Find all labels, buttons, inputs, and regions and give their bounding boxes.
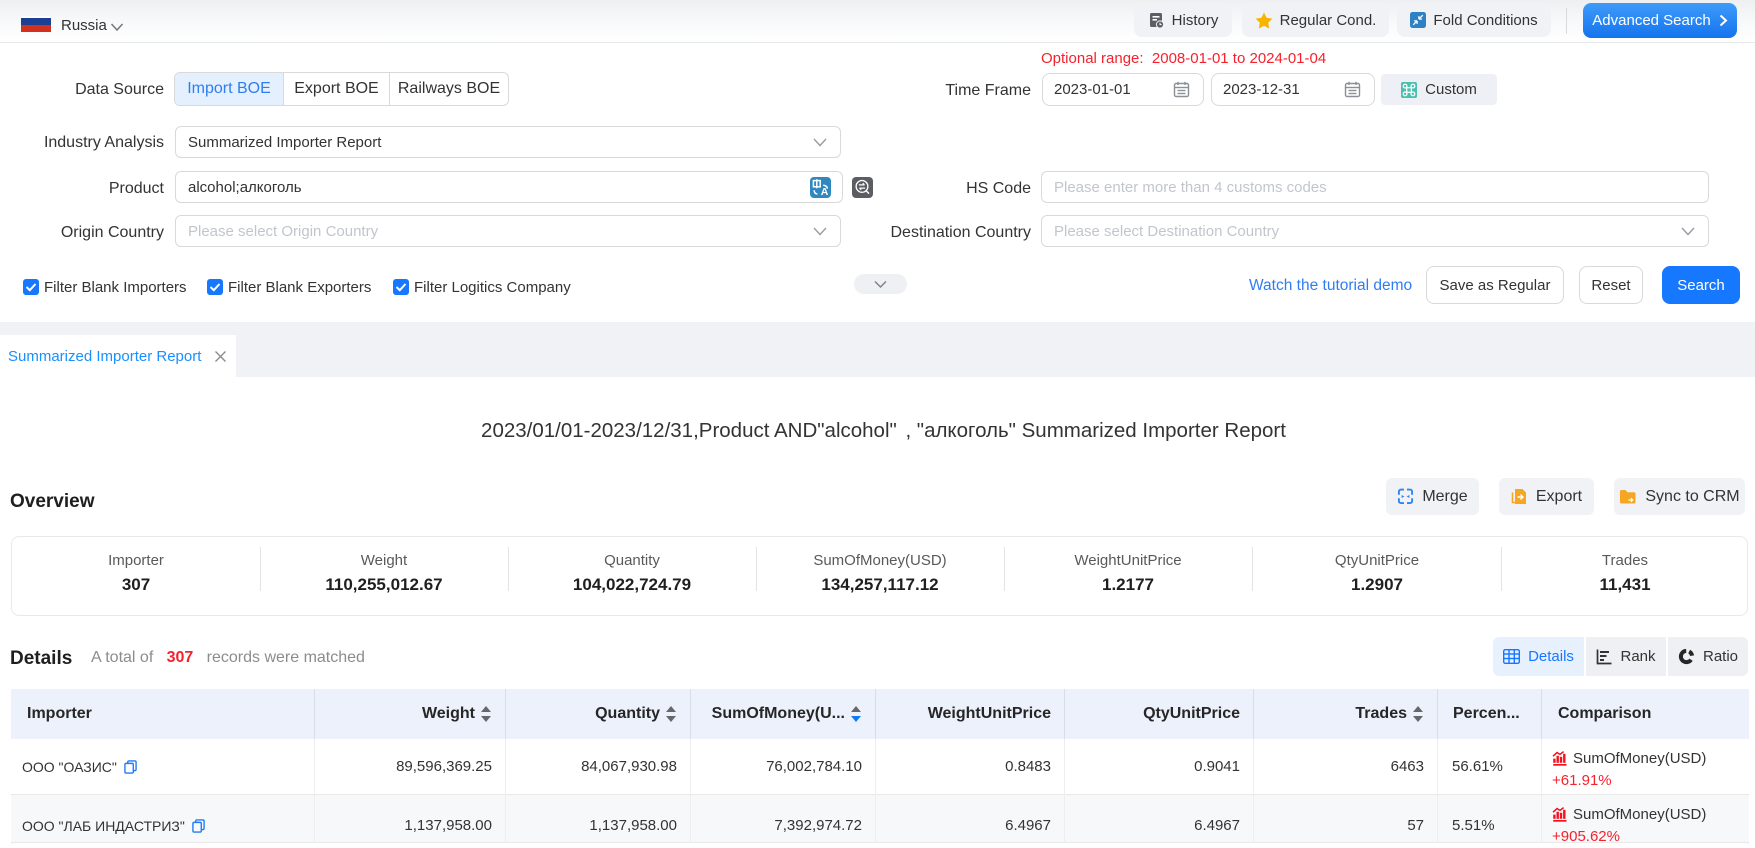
svg-text:A: A — [821, 186, 829, 198]
